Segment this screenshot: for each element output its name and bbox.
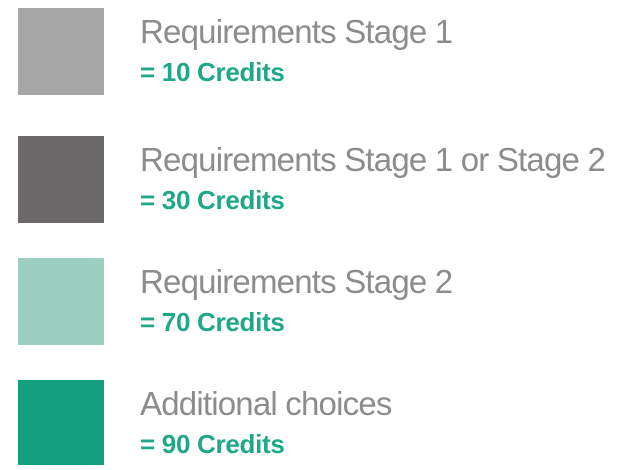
legend-credits: = 10 Credits bbox=[140, 57, 285, 87]
legend-label: Requirements Stage 1 bbox=[140, 13, 453, 50]
legend-label: Requirements Stage 1 or Stage 2 bbox=[140, 141, 606, 178]
legend-item-requirements-stage-2: Requirements Stage 2 = 70 Credits bbox=[18, 258, 638, 348]
color-swatch bbox=[18, 380, 104, 465]
color-swatch bbox=[18, 8, 104, 95]
legend-credits: = 70 Credits bbox=[140, 307, 285, 337]
color-swatch bbox=[18, 258, 104, 345]
legend-label: Additional choices bbox=[140, 385, 392, 422]
legend-item-requirements-stage-1-or-2: Requirements Stage 1 or Stage 2 = 30 Cre… bbox=[18, 136, 638, 226]
color-swatch bbox=[18, 136, 104, 223]
credits-legend: Requirements Stage 1 = 10 Credits Requir… bbox=[0, 0, 643, 465]
legend-label: Requirements Stage 2 bbox=[140, 263, 453, 300]
legend-credits: = 90 Credits bbox=[140, 429, 285, 459]
legend-item-requirements-stage-1: Requirements Stage 1 = 10 Credits bbox=[18, 8, 638, 98]
legend-item-additional-choices: Additional choices = 90 Credits bbox=[18, 380, 638, 470]
legend-credits: = 30 Credits bbox=[140, 185, 285, 215]
